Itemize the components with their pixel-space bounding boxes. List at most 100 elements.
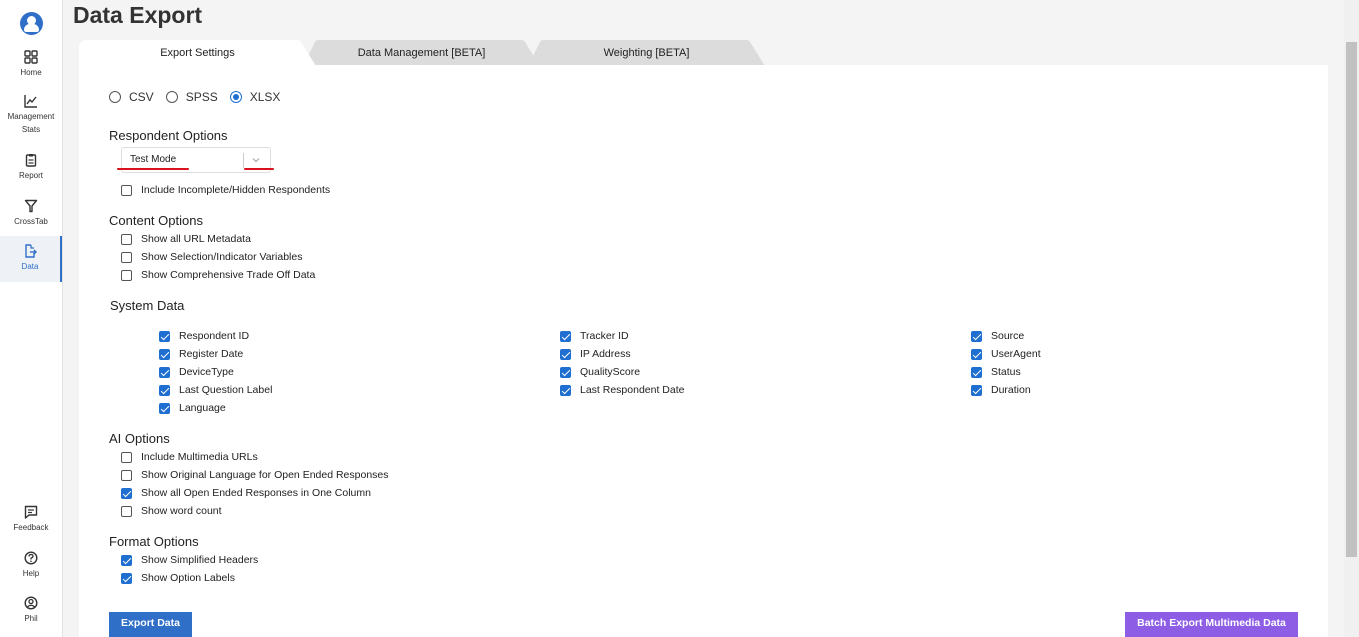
checkbox[interactable] <box>560 366 571 378</box>
checkbox-url-metadata[interactable]: Show all URL Metadata <box>121 233 251 245</box>
select-value: Test Mode <box>130 154 177 165</box>
checkbox-quality-score[interactable]: QualityScore <box>560 366 640 378</box>
checkbox-status[interactable]: Status <box>971 366 1021 378</box>
checkbox[interactable] <box>971 348 982 360</box>
funnel-icon <box>24 199 38 213</box>
checkbox[interactable] <box>971 384 982 396</box>
format-radio-group: CSV SPSS XLSX <box>109 90 292 104</box>
page-title: Data Export <box>73 2 203 28</box>
checkbox[interactable] <box>121 233 132 245</box>
checkbox[interactable] <box>560 384 571 396</box>
checkbox-source[interactable]: Source <box>971 330 1024 342</box>
checkbox-duration[interactable]: Duration <box>971 384 1031 396</box>
grid-icon <box>24 50 38 64</box>
checkbox[interactable] <box>121 451 132 463</box>
sidebar-item-feedback[interactable]: Feedback <box>0 505 62 535</box>
checkbox-label: Source <box>991 330 1025 342</box>
checkbox-last-question-label[interactable]: Last Question Label <box>159 384 272 396</box>
checkbox[interactable] <box>121 554 132 566</box>
checkbox[interactable] <box>159 366 170 378</box>
checkbox[interactable] <box>560 330 571 342</box>
scrollbar-thumb[interactable] <box>1346 42 1357 557</box>
sidebar: Home Management Stats Report CrossTab Da… <box>0 0 63 637</box>
chart-line-icon <box>24 95 37 108</box>
checkbox[interactable] <box>121 184 132 196</box>
checkbox-label: Show Comprehensive Trade Off Data <box>141 269 316 281</box>
checkbox-label: Show Option Labels <box>141 572 235 584</box>
content-options-title: Content Options <box>109 213 203 228</box>
sidebar-item-home[interactable]: Home <box>0 50 62 82</box>
checkbox-label: Show Selection/Indicator Variables <box>141 251 303 263</box>
checkbox[interactable] <box>121 251 132 263</box>
checkbox[interactable] <box>121 469 132 481</box>
checkbox[interactable] <box>159 384 170 396</box>
sidebar-item-label: Help <box>22 569 40 578</box>
checkbox-original-language[interactable]: Show Original Language for Open Ended Re… <box>121 469 389 481</box>
checkbox[interactable] <box>159 330 170 342</box>
checkbox-trade-off-data[interactable]: Show Comprehensive Trade Off Data <box>121 269 315 281</box>
scrollbar[interactable] <box>1344 0 1359 637</box>
sidebar-item-label: Home <box>20 68 42 77</box>
tab-weighting[interactable]: Weighting [BETA] <box>528 40 765 66</box>
format-radio-csv[interactable] <box>109 91 121 103</box>
sidebar-item-label: Report <box>18 171 43 180</box>
checkbox-incomplete-respondents[interactable]: Include Incomplete/Hidden Respondents <box>121 184 330 196</box>
help-icon <box>24 551 38 565</box>
checkbox-label: Tracker ID <box>580 330 629 342</box>
sidebar-item-label: Management Stats <box>7 112 55 134</box>
checkbox[interactable] <box>121 487 132 499</box>
sidebar-item-management-stats[interactable]: Management Stats <box>0 94 62 138</box>
batch-export-multimedia-button[interactable]: Batch Export Multimedia Data <box>1125 612 1298 637</box>
checkbox-user-agent[interactable]: UserAgent <box>971 348 1041 360</box>
checkbox-selection-variables[interactable]: Show Selection/Indicator Variables <box>121 251 302 263</box>
checkbox-ip-address[interactable]: IP Address <box>560 348 631 360</box>
checkbox-language[interactable]: Language <box>159 402 226 414</box>
format-label-csv: CSV <box>129 90 154 104</box>
sidebar-item-data[interactable]: Data <box>0 236 62 282</box>
checkbox[interactable] <box>159 348 170 360</box>
checkbox-last-respondent-date[interactable]: Last Respondent Date <box>560 384 685 396</box>
tab-data-management[interactable]: Data Management [BETA] <box>303 40 540 66</box>
sidebar-item-report[interactable]: Report <box>0 153 62 183</box>
checkbox-register-date[interactable]: Register Date <box>159 348 243 360</box>
checkbox-respondent-id[interactable]: Respondent ID <box>159 330 249 342</box>
checkbox-label: Include Incomplete/Hidden Respondents <box>141 184 331 196</box>
sidebar-item-user[interactable]: Phil <box>0 596 62 626</box>
checkbox-one-column[interactable]: Show all Open Ended Responses in One Col… <box>121 487 371 499</box>
format-radio-xlsx[interactable] <box>229 91 242 103</box>
checkbox-simplified-headers[interactable]: Show Simplified Headers <box>121 554 258 566</box>
checkbox-label: Show Original Language for Open Ended Re… <box>141 469 389 481</box>
checkbox-tracker-id[interactable]: Tracker ID <box>560 330 629 342</box>
checkbox[interactable] <box>121 269 132 281</box>
sidebar-item-label: Data <box>21 262 39 271</box>
checkbox[interactable] <box>560 348 571 360</box>
checkbox[interactable] <box>121 572 132 584</box>
checkbox[interactable] <box>971 330 982 342</box>
sidebar-item-label: CrossTab <box>14 217 48 226</box>
checkbox-multimedia-urls[interactable]: Include Multimedia URLs <box>121 451 258 463</box>
user-logo-icon[interactable] <box>20 12 43 35</box>
checkbox-label: Include Multimedia URLs <box>141 451 258 463</box>
checkbox-label: Show all URL Metadata <box>141 233 251 245</box>
feedback-icon <box>24 505 38 519</box>
sidebar-item-label: Phil <box>24 614 38 623</box>
tab-export-settings[interactable]: Export Settings <box>79 40 316 66</box>
checkbox-option-labels[interactable]: Show Option Labels <box>121 572 235 584</box>
checkbox-label: Respondent ID <box>179 330 250 342</box>
ai-options-title: AI Options <box>109 431 170 446</box>
system-data-title: System Data <box>110 298 185 313</box>
checkbox[interactable] <box>971 366 982 378</box>
checkbox[interactable] <box>121 505 132 517</box>
select-separator <box>243 153 244 168</box>
checkbox-device-type[interactable]: DeviceType <box>159 366 234 378</box>
checkbox-label: QualityScore <box>580 366 641 378</box>
format-radio-spss[interactable] <box>165 91 178 103</box>
sidebar-item-crosstab[interactable]: CrossTab <box>0 199 62 229</box>
checkbox[interactable] <box>159 402 170 414</box>
checkbox-word-count[interactable]: Show word count <box>121 505 222 517</box>
respondent-options-title: Respondent Options <box>109 128 228 143</box>
export-data-button[interactable]: Export Data <box>109 612 192 637</box>
checkbox-label: Show Simplified Headers <box>141 554 259 566</box>
user-icon <box>24 596 38 610</box>
sidebar-item-help[interactable]: Help <box>0 551 62 581</box>
